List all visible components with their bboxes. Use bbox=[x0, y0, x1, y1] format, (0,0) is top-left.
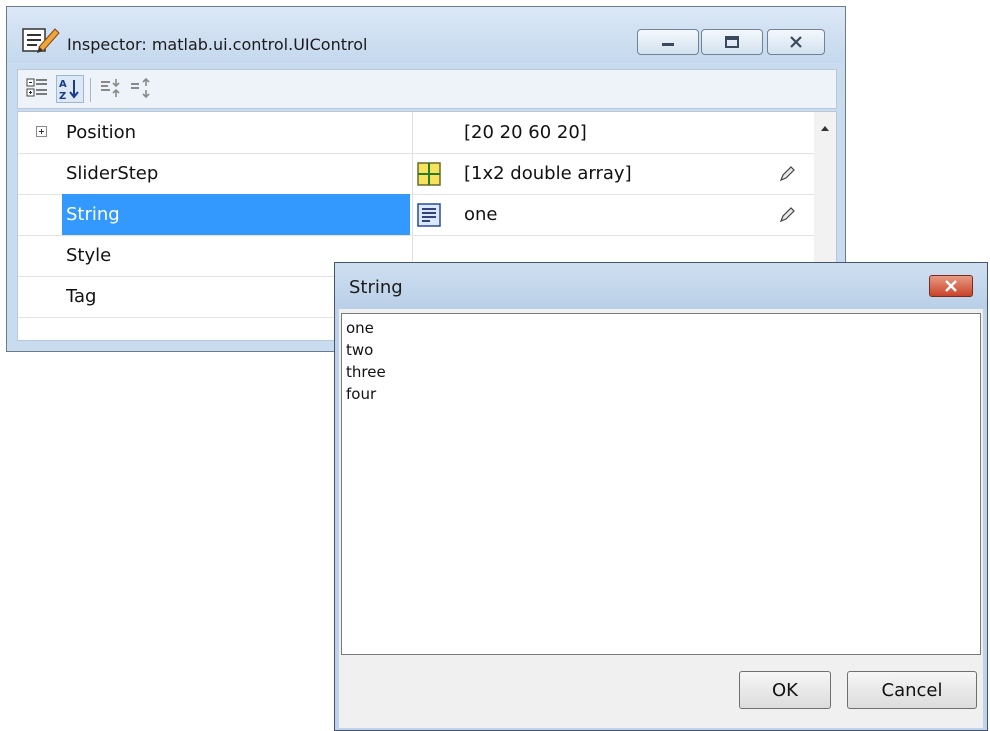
maximize-button[interactable] bbox=[701, 29, 763, 55]
dialog-title: String bbox=[349, 277, 403, 298]
array-editor-icon bbox=[417, 162, 441, 186]
maximize-icon bbox=[725, 36, 739, 48]
categorized-view-button[interactable] bbox=[24, 75, 52, 103]
property-row-sliderstep[interactable]: SliderStep [1x2 double array] bbox=[18, 153, 814, 195]
property-value[interactable]: [1x2 double array] bbox=[464, 153, 632, 194]
minimize-icon bbox=[662, 43, 674, 46]
svg-text:A: A bbox=[59, 79, 67, 90]
property-inspector-icon bbox=[21, 25, 61, 55]
text-editor-button[interactable] bbox=[416, 202, 442, 228]
dialog-titlebar[interactable]: String bbox=[335, 263, 987, 309]
collapse-all-button[interactable] bbox=[128, 75, 156, 103]
close-icon bbox=[790, 36, 802, 48]
property-name: SliderStep bbox=[66, 163, 159, 184]
expand-all-button[interactable] bbox=[98, 75, 126, 103]
alphabetical-sort-icon: A Z bbox=[59, 79, 79, 102]
string-textarea[interactable] bbox=[341, 313, 981, 655]
minimize-button[interactable] bbox=[637, 29, 699, 55]
collapse-all-icon bbox=[131, 77, 150, 99]
close-button[interactable] bbox=[767, 29, 825, 55]
expand-all-icon bbox=[101, 79, 120, 97]
string-dialog: String OK Cancel bbox=[334, 262, 988, 731]
expand-plus-icon[interactable] bbox=[36, 126, 47, 137]
property-name: String bbox=[62, 194, 410, 235]
property-row-position[interactable]: Position [20 20 60 20] bbox=[18, 112, 814, 154]
column-divider bbox=[412, 112, 413, 153]
property-value[interactable]: one bbox=[464, 194, 498, 235]
dialog-close-button[interactable] bbox=[929, 275, 973, 297]
alphabetical-sort-button[interactable]: A Z bbox=[56, 75, 84, 103]
scroll-up-icon[interactable] bbox=[820, 124, 830, 132]
inspector-titlebar[interactable]: Inspector: matlab.ui.control.UIControl bbox=[7, 7, 845, 63]
dialog-body: OK Cancel bbox=[339, 309, 983, 728]
svg-text:Z: Z bbox=[59, 91, 66, 102]
column-divider bbox=[412, 194, 413, 235]
pencil-icon[interactable] bbox=[778, 165, 796, 187]
column-divider bbox=[412, 153, 413, 194]
pencil-icon[interactable] bbox=[778, 206, 796, 228]
property-value[interactable]: [20 20 60 20] bbox=[464, 112, 587, 153]
property-row-string[interactable]: String one bbox=[18, 194, 814, 236]
toolbar-separator bbox=[90, 78, 91, 102]
ok-button[interactable]: OK bbox=[739, 671, 831, 709]
close-icon bbox=[945, 280, 957, 292]
text-editor-icon bbox=[417, 203, 441, 227]
inspector-title: Inspector: matlab.ui.control.UIControl bbox=[67, 35, 368, 54]
categorized-view-icon bbox=[26, 78, 47, 97]
inspector-toolbar: A Z bbox=[17, 69, 837, 109]
cancel-button[interactable]: Cancel bbox=[847, 671, 977, 709]
property-name: Position bbox=[66, 122, 137, 143]
array-editor-button[interactable] bbox=[416, 161, 442, 187]
